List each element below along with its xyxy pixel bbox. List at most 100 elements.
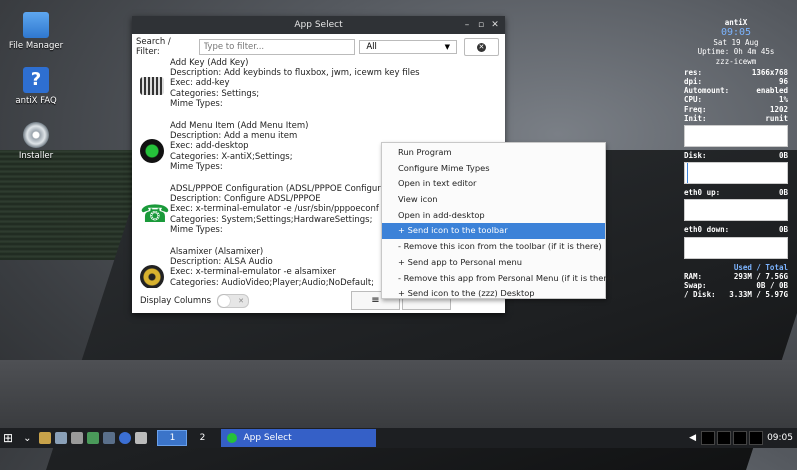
desktop-icon-label: Installer [18, 151, 54, 161]
menu-item-run-program[interactable]: Run Program [382, 145, 605, 161]
list-item[interactable]: Add Key (Add Key) Description: Add keybi… [140, 58, 500, 118]
menu-item-remove-app-from-personal-menu[interactable]: - Remove this app from Personal Menu (if… [382, 271, 615, 287]
mem-row: / Disk: 3.33M / 5.97G [684, 290, 788, 300]
desktop-icon-file-manager[interactable]: File Manager [1, 12, 71, 51]
stat-row: Automount: enabled [684, 86, 788, 96]
menu-item-send-icon-to-toolbar[interactable]: + Send icon to the toolbar [382, 223, 605, 240]
menu-item-send-icon-to-desktop[interactable]: + Send icon to the (zzz) Desktop [382, 286, 605, 302]
system-tray: ◀ 09:05 [689, 428, 797, 448]
filter-input[interactable] [198, 39, 356, 55]
menu-item-open-in-text-editor[interactable]: Open in text editor [382, 176, 605, 192]
entry-categories: Categories: X-antiX;Settings; [170, 151, 293, 162]
entry-title: Add Menu Item (Add Menu Item) [170, 121, 309, 131]
tray-monitor [749, 431, 764, 445]
file-manager-icon[interactable] [55, 432, 68, 444]
menu-item-open-in-add-desktop[interactable]: Open in add-desktop [382, 208, 605, 224]
menu-item-configure-mime-types[interactable]: Configure Mime Types [382, 161, 605, 177]
entry-categories: Categories: Settings; [170, 88, 260, 99]
menu-item-send-app-to-personal-menu[interactable]: + Send app to Personal menu [382, 255, 605, 271]
category-select[interactable]: All ▼ [359, 40, 457, 54]
browser-icon[interactable] [119, 432, 132, 444]
downloads-icon[interactable] [39, 432, 52, 444]
window-title: App Select [294, 20, 343, 30]
clear-filter-button[interactable]: ✕ [463, 38, 499, 56]
eth-up-graph [684, 199, 788, 222]
app-select-task-icon [227, 433, 238, 443]
entry-mime: Mime Types: [170, 98, 223, 109]
uptime: Uptime: 0h 4m 45s [697, 47, 775, 57]
installer-disc-icon [23, 122, 49, 148]
show-desktop-icon[interactable]: ⌄ [23, 433, 31, 444]
cpu-graph [684, 125, 788, 148]
clock: 09:05 [720, 27, 752, 39]
toggle-knob [218, 295, 231, 307]
entry-description: Description: Add a menu item [170, 131, 298, 142]
entry-categories: Categories: AudioVideo;Player;Audio;NoDe… [170, 277, 375, 288]
window-manager: zzz-icewm [715, 56, 757, 66]
tray-monitor [701, 431, 716, 445]
green-circle-icon [140, 139, 164, 163]
settings-icon[interactable] [103, 432, 116, 444]
window-titlebar[interactable]: App Select – ▫ ✕ [132, 16, 505, 34]
entry-description: Description: Configure ADSL/PPPOE [170, 194, 321, 205]
category-select-value: All [366, 42, 377, 52]
tray-monitor [733, 431, 748, 445]
desktop-icon-antix-faq[interactable]: ? antiX FAQ [1, 67, 71, 106]
disk-graph [684, 162, 788, 185]
terminal-icon[interactable] [87, 432, 100, 444]
display-columns-toggle[interactable]: ✕ [217, 294, 250, 308]
menu-item-remove-icon-from-toolbar[interactable]: - Remove this icon from the toolbar (if … [382, 239, 605, 255]
maximize-icon[interactable]: ▫ [475, 19, 487, 31]
keyboard-icon [140, 77, 164, 95]
stat-row: CPU: 1% [684, 95, 788, 105]
chevron-down-icon: ▼ [444, 43, 450, 51]
minimize-icon[interactable]: – [461, 19, 473, 31]
disk-row: Disk: 0B [684, 151, 788, 161]
entry-title: Alsamixer (Alsamixer) [170, 247, 264, 257]
used-total-header: Used / Total [733, 262, 788, 272]
close-icon[interactable]: ✕ [489, 19, 501, 31]
desktop-icon-installer[interactable]: Installer [1, 122, 71, 161]
volume-icon[interactable]: ◀ [689, 433, 696, 443]
speaker-icon [140, 265, 164, 288]
stat-row: Freq: 1202 [684, 104, 788, 114]
display-columns-label: Display Columns [140, 296, 212, 306]
entry-mime: Mime Types: [170, 224, 223, 235]
folder-icon [23, 12, 49, 38]
stat-row: res: 1366x768 [684, 67, 788, 77]
hamburger-icon: ≡ [371, 295, 380, 306]
phone-icon: ☎ [140, 200, 170, 228]
eth-down-graph [684, 236, 788, 259]
entry-title: ADSL/PPPOE Configuration (ADSL/PPPOE Con… [170, 184, 406, 194]
entry-title: Add Key (Add Key) [170, 58, 249, 68]
eth-down-row: eth0 down: 0B [684, 225, 788, 235]
tray-monitor [717, 431, 732, 445]
taskbar-clock[interactable]: 09:05 [767, 433, 793, 443]
desktop-icon-label: antiX FAQ [15, 96, 57, 106]
entry-exec: Exec: x-terminal-emulator -e alsamixer [170, 267, 336, 278]
entry-exec: Exec: add-desktop [170, 141, 249, 152]
entry-description: Description: Add keybinds to fluxbox, jw… [170, 68, 420, 79]
date: Sat 19 Aug [713, 38, 759, 48]
workspace-2[interactable]: 2 [187, 430, 217, 446]
stat-row: Init: runit [684, 113, 788, 123]
mem-row: RAM: 293M / 7.56G [684, 271, 788, 281]
menu-item-view-icon[interactable]: View icon [382, 192, 605, 208]
entry-exec: Exec: x-terminal-emulator -e /usr/sbin/p… [170, 204, 379, 215]
start-menu-icon[interactable]: ⊞ [3, 431, 13, 445]
help-icon: ? [23, 67, 49, 93]
network-icon[interactable] [135, 432, 148, 444]
entry-exec: Exec: add-key [170, 78, 230, 89]
clear-icon: ✕ [476, 42, 486, 52]
context-menu: Run Program Configure Mime Types Open in… [381, 142, 615, 302]
system-monitor: antiX 09:05 Sat 19 Aug Uptime: 0h 4m 45s… [684, 18, 788, 299]
workspace-1[interactable]: 1 [157, 430, 188, 446]
hostname: antiX [724, 18, 748, 27]
entry-mime: Mime Types: [170, 161, 223, 172]
task-app-select[interactable]: App Select [221, 429, 377, 447]
eth-up-row: eth0 up: 0B [684, 188, 788, 198]
filter-bar: Search / Filter: All ▼ ✕ [136, 37, 499, 57]
editor-icon[interactable] [71, 432, 84, 444]
toggle-off-icon: ✕ [238, 297, 245, 305]
taskbar: ⊞ ⌄ 1 2 App Select ◀ 09:05 [0, 428, 797, 448]
